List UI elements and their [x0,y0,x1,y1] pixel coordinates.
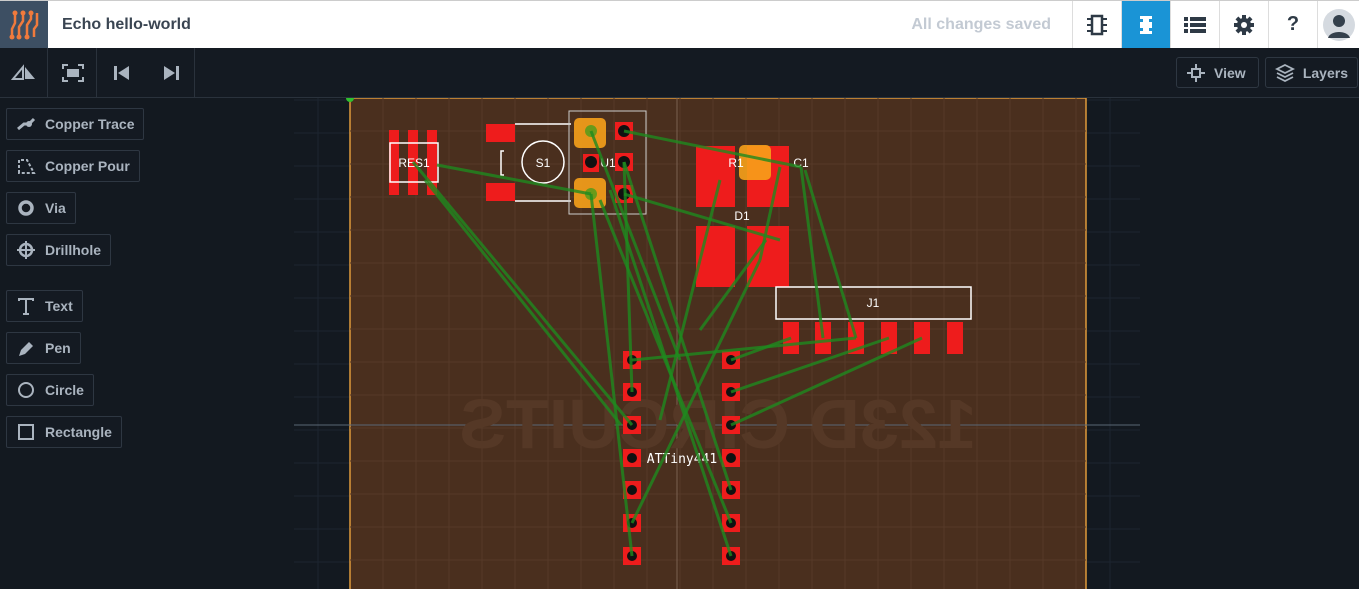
bom-list-button[interactable] [1170,0,1219,49]
user-avatar-button[interactable] [1317,0,1359,49]
tool-circle[interactable]: Circle [6,374,94,406]
tool-label: Drillhole [45,242,102,258]
copper-trace-icon [17,117,36,131]
list-icon [1184,16,1206,33]
flip-icon [10,63,35,80]
tool-label: Circle [45,382,84,398]
flip-board-button[interactable] [0,48,48,97]
d1-label: D1 [734,209,750,223]
pcb-button[interactable] [1121,0,1170,49]
help-button[interactable]: ? [1268,0,1317,49]
drill-hole [627,485,637,495]
tool-copper-pour[interactable]: Copper Pour [6,150,140,182]
tool-copper-trace[interactable]: Copper Trace [6,108,145,140]
layers-icon [1275,63,1295,82]
fit-to-screen-button[interactable] [49,48,97,97]
tool-text[interactable]: Text [6,290,83,322]
schematic-button[interactable] [1072,0,1121,49]
via-icon [18,200,34,216]
save-status: All changes saved [911,15,1051,33]
app-logo[interactable] [0,0,48,49]
pcb-canvas[interactable]: 123D CIRCUITS RES1 S1 U1 R1 C1 D1 J1 ATT… [0,98,1359,589]
tool-rectangle[interactable]: Rectangle [6,416,122,448]
schematic-chip-icon [1087,14,1107,35]
text-icon [18,298,34,315]
gear-icon [1234,14,1254,35]
tool-label: Pen [45,340,71,356]
tool-label: Rectangle [45,424,112,440]
circle-icon [18,382,34,398]
avatar-icon [1322,8,1355,41]
tool-label: Via [45,200,66,216]
toolbar: View Layers [0,48,1359,98]
pad [947,322,963,354]
fit-screen-icon [61,63,84,82]
view-label: View [1214,64,1246,81]
pen-icon [19,342,33,356]
help-icon: ? [1286,13,1300,35]
drill-hole [726,453,736,463]
project-title[interactable]: Echo hello-world [62,16,911,34]
view-button[interactable]: View [1176,57,1259,88]
tool-drillhole[interactable]: Drillhole [6,234,112,266]
redo-button[interactable] [147,48,195,97]
j1-label: J1 [867,296,880,310]
pcb-board-icon [1140,15,1152,34]
drill-hole [627,453,637,463]
copper-pour-icon [18,159,36,174]
settings-button[interactable] [1219,0,1268,49]
circuit-logo-icon [9,10,39,39]
crosshair-icon [1187,63,1205,82]
tool-via[interactable]: Via [6,192,76,224]
skip-forward-icon [163,65,179,80]
skip-back-icon [114,65,129,80]
header: Echo hello-world All changes saved ? [0,0,1359,49]
layers-button[interactable]: Layers [1265,57,1358,88]
tool-label: Copper Trace [45,116,135,132]
s1-label: S1 [536,156,551,170]
tool-pen[interactable]: Pen [6,332,81,364]
r1-label: R1 [728,156,744,170]
tool-label: Copper Pour [45,158,130,174]
undo-button[interactable] [98,48,146,97]
tool-label: Text [45,298,73,314]
layers-label: Layers [1302,64,1348,81]
drillhole-icon [17,241,35,259]
rectangle-icon [18,424,34,440]
